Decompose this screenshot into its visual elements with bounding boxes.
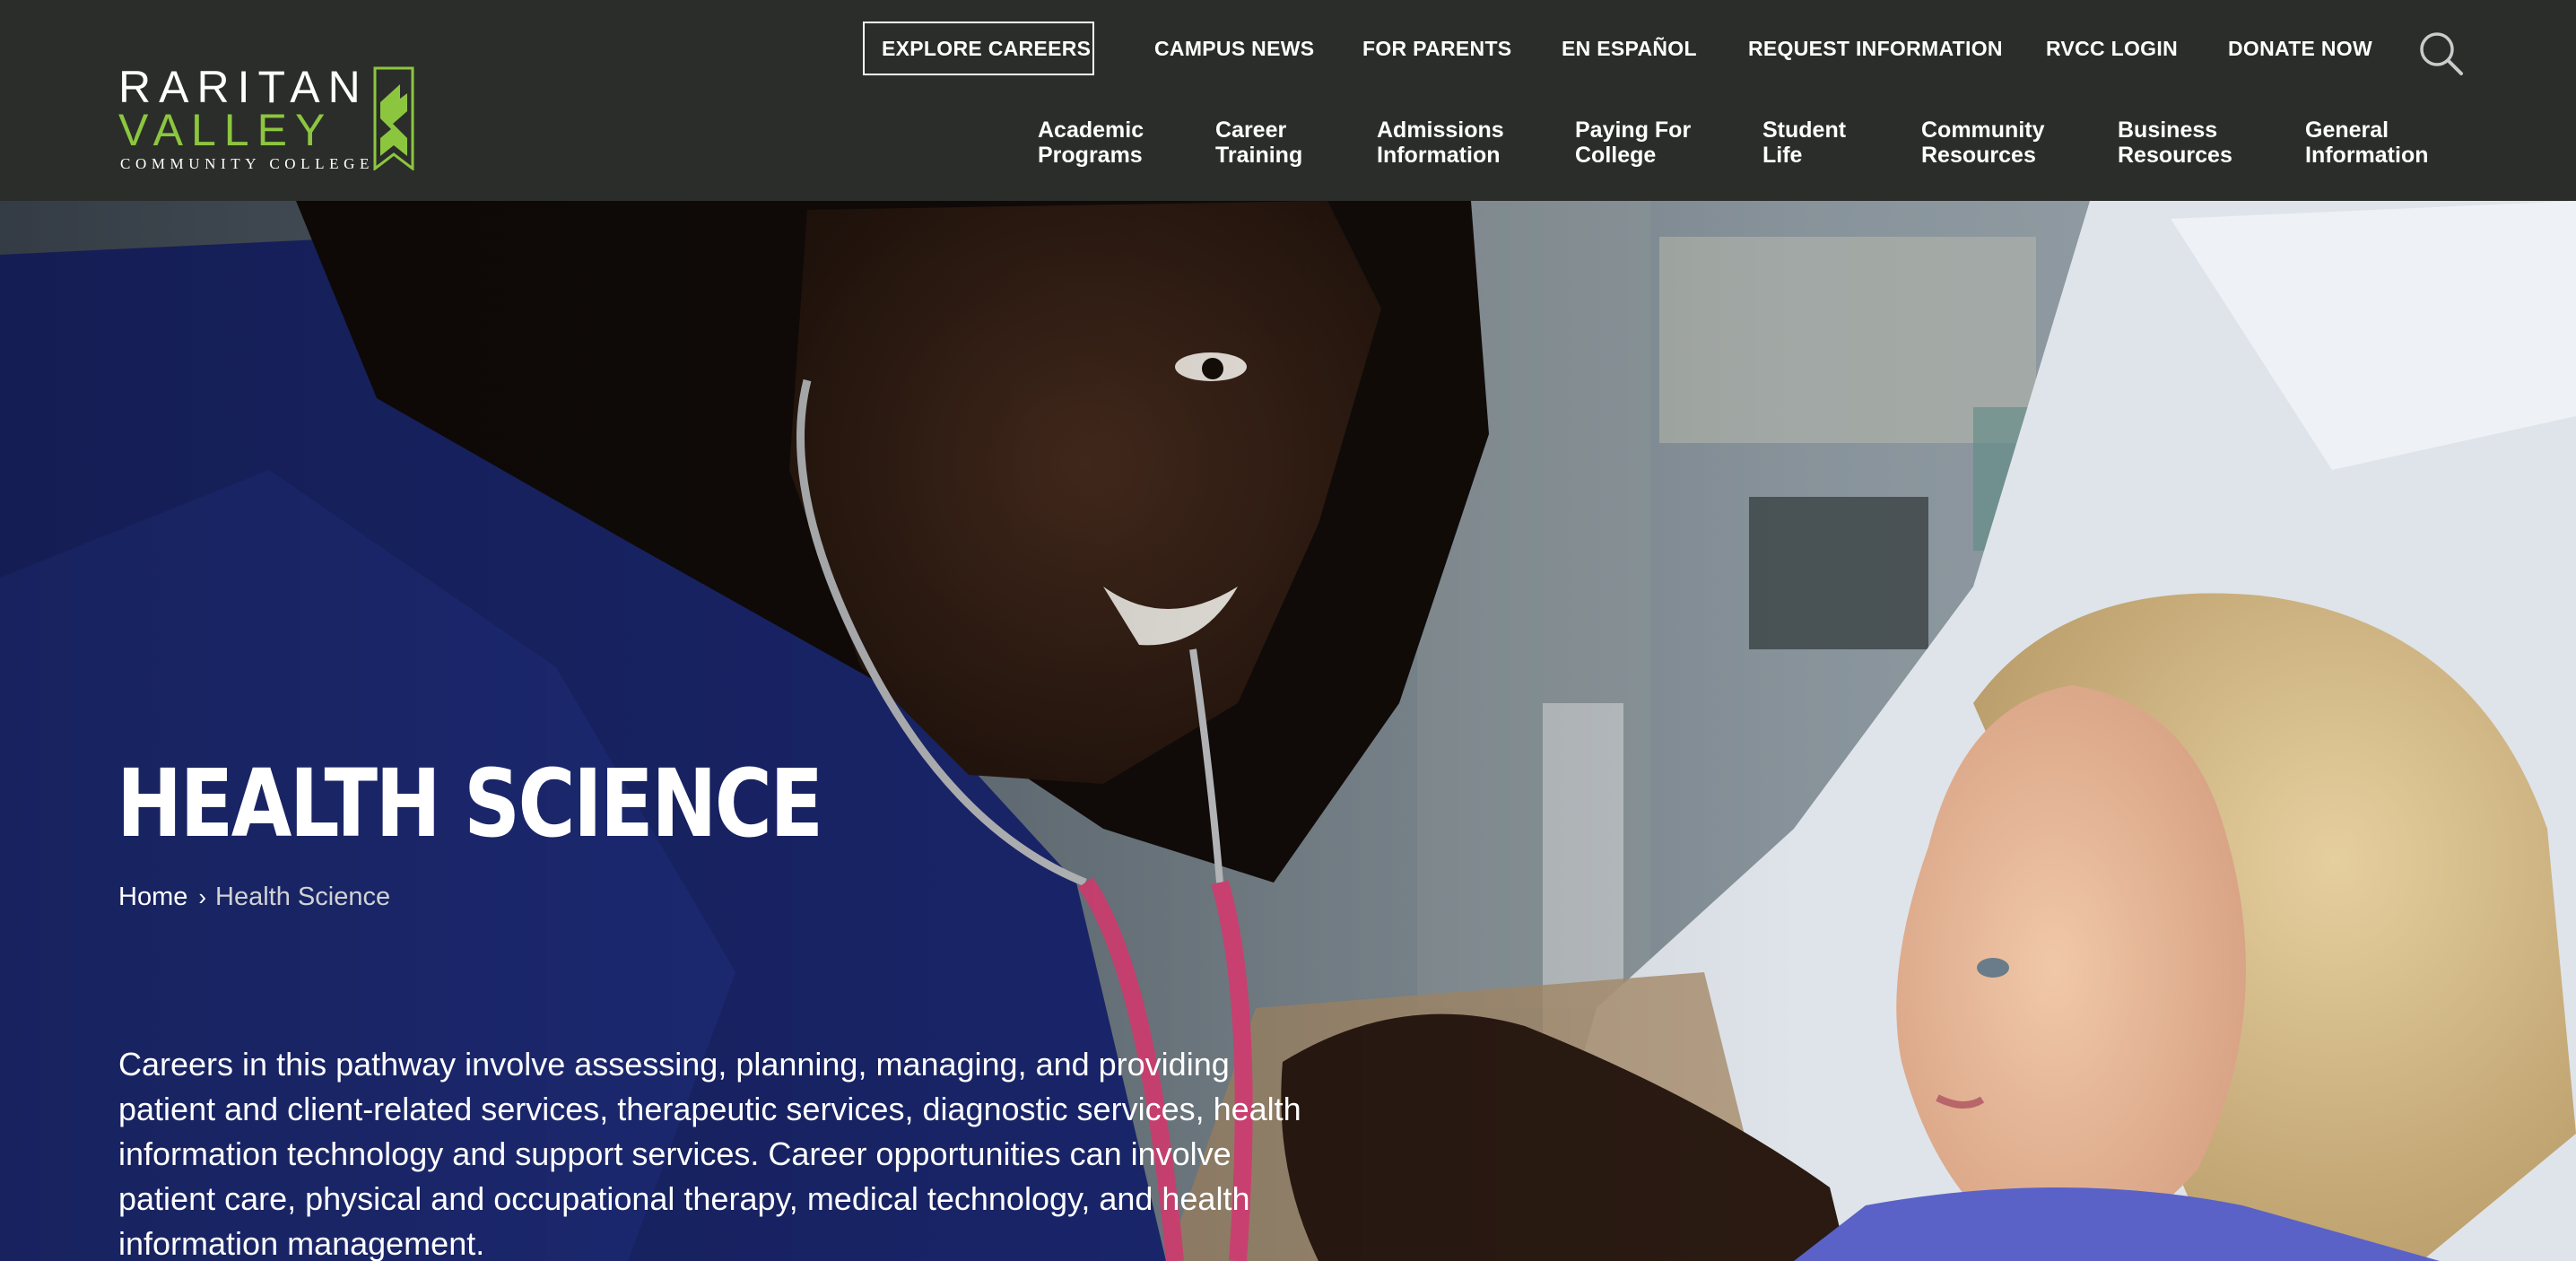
explore-careers-button[interactable]: EXPLORE CAREERS bbox=[863, 22, 1094, 75]
nav-admissions-information[interactable]: Admissions Information bbox=[1377, 117, 1504, 168]
logo-word-community-college: COMMUNITY COLLEGE bbox=[120, 155, 374, 172]
nav-label-line1: Business bbox=[2118, 117, 2218, 143]
nav-label-line2: Resources bbox=[2118, 143, 2232, 168]
nav-student-life[interactable]: Student Life bbox=[1762, 117, 1846, 168]
nav-business-resources[interactable]: Business Resources bbox=[2118, 117, 2232, 168]
nav-label-line1: Paying For bbox=[1575, 117, 1692, 143]
request-information-label: REQUEST INFORMATION bbox=[1748, 36, 2003, 60]
rvcc-logo[interactable]: RARITAN VALLEY COMMUNITY COLLEGE bbox=[118, 63, 423, 175]
nav-label-line2: Training bbox=[1215, 143, 1303, 168]
donate-now-label: DONATE NOW bbox=[2228, 36, 2373, 60]
nav-label-line2: College bbox=[1575, 143, 1657, 168]
for-parents-link[interactable]: FOR PARENTS bbox=[1362, 22, 1511, 75]
nav-label-line2: Life bbox=[1762, 143, 1803, 168]
nav-label-line2: Programs bbox=[1038, 143, 1143, 168]
campus-news-label: CAMPUS NEWS bbox=[1154, 36, 1315, 60]
nav-academic-programs[interactable]: Academic Programs bbox=[1038, 117, 1144, 168]
campus-news-link[interactable]: CAMPUS NEWS bbox=[1154, 22, 1314, 75]
nav-label-line1: General bbox=[2305, 117, 2389, 143]
nav-paying-for-college[interactable]: Paying For College bbox=[1575, 117, 1691, 168]
logo-word-raritan: RARITAN bbox=[118, 62, 369, 112]
nav-career-training[interactable]: Career Training bbox=[1215, 117, 1302, 168]
site-header: RARITAN VALLEY COMMUNITY COLLEGE EXPLORE… bbox=[0, 0, 2576, 201]
hero-banner: HEALTH SCIENCE Home › Health Science Car… bbox=[0, 201, 2576, 1261]
nav-label-line1: Admissions bbox=[1377, 117, 1504, 143]
rvcc-login-label: RVCC LOGIN bbox=[2046, 36, 2178, 60]
search-icon[interactable] bbox=[2418, 30, 2465, 77]
for-parents-label: FOR PARENTS bbox=[1362, 36, 1512, 60]
nav-label-line1: Career bbox=[1215, 117, 1287, 143]
nav-label-line1: Academic bbox=[1038, 117, 1144, 143]
intro-paragraph: Careers in this pathway involve assessin… bbox=[118, 1046, 1301, 1261]
nav-community-resources[interactable]: Community Resources bbox=[1921, 117, 2045, 168]
nav-label-line2: Information bbox=[2305, 143, 2429, 168]
breadcrumb: Home › Health Science bbox=[118, 883, 390, 912]
donate-now-link[interactable]: DONATE NOW bbox=[2228, 22, 2372, 75]
chevron-right-icon: › bbox=[198, 883, 207, 910]
request-information-link[interactable]: REQUEST INFORMATION bbox=[1748, 22, 2003, 75]
page-title: HEALTH SCIENCE bbox=[117, 749, 823, 858]
breadcrumb-home-link[interactable]: Home bbox=[118, 883, 187, 912]
en-espanol-label: EN ESPAÑOL bbox=[1562, 36, 1697, 60]
breadcrumb-current: Health Science bbox=[215, 883, 391, 911]
rvcc-login-link[interactable]: RVCC LOGIN bbox=[2046, 22, 2178, 75]
logo-mark-icon bbox=[373, 66, 414, 170]
nav-label-line1: Community bbox=[1921, 117, 2045, 143]
en-espanol-link[interactable]: EN ESPAÑOL bbox=[1562, 22, 1697, 75]
explore-careers-label: EXPLORE CAREERS bbox=[882, 36, 1092, 60]
logo-word-valley: VALLEY bbox=[118, 105, 334, 155]
nav-label-line1: Student bbox=[1762, 117, 1847, 143]
nav-label-line2: Resources bbox=[1921, 143, 2036, 168]
nav-general-information[interactable]: General Information bbox=[2305, 117, 2429, 168]
nav-label-line2: Information bbox=[1377, 143, 1501, 168]
